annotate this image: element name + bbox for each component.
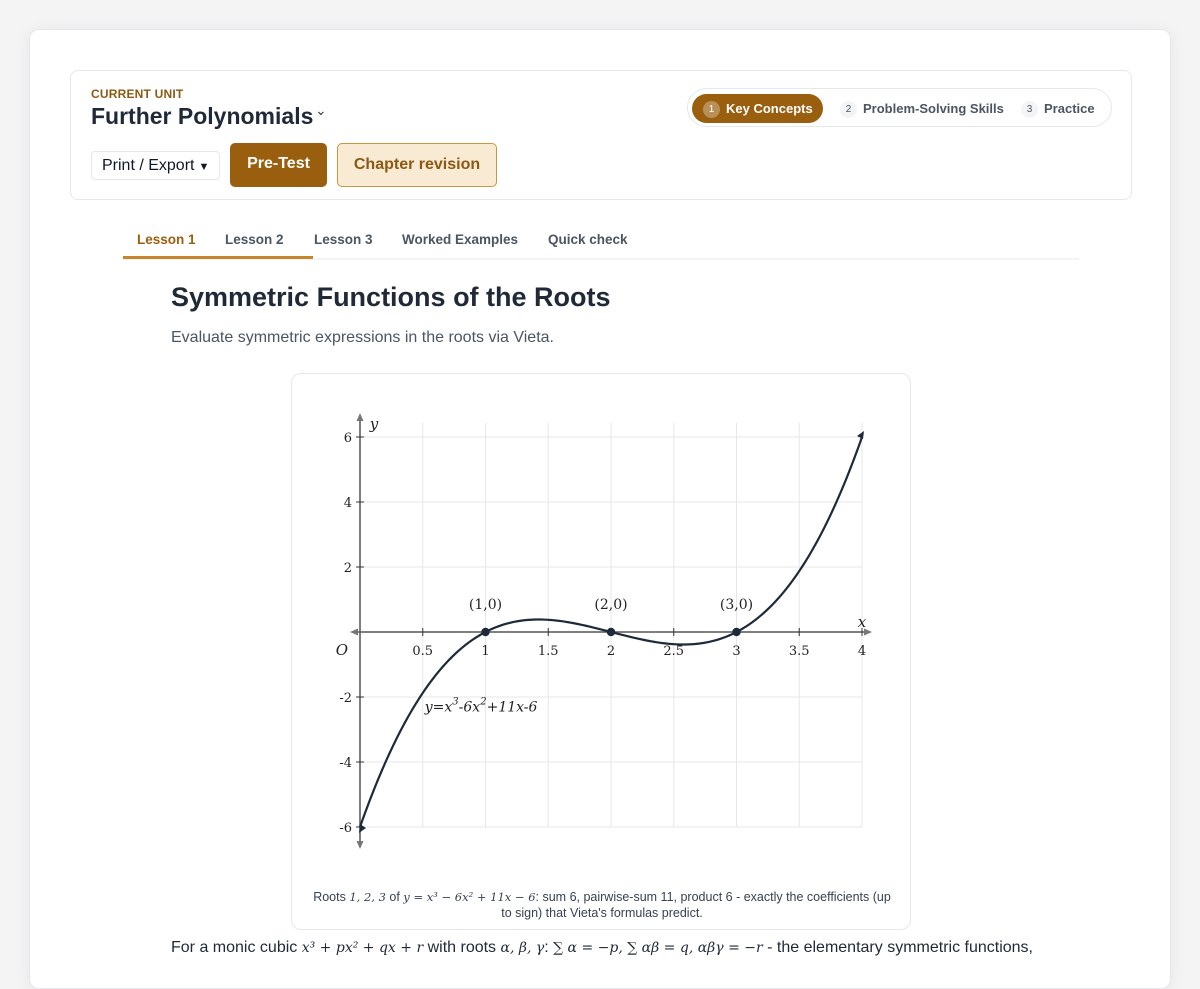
equation-label: y=x3-6x2+11x-6	[424, 697, 538, 716]
x-tick-label: 0.5	[412, 644, 433, 659]
unit-header-card: CURRENT UNIT Further Polynomials ⌄ Print…	[70, 70, 1132, 200]
progress-stepper: 1 Key Concepts 2 Problem-Solving Skills 3P…	[687, 88, 1112, 127]
step-number: 1	[703, 101, 720, 118]
body-paragraph: For a monic cubic x³ + px² + qx + r with…	[171, 939, 1051, 957]
x-tick-label: 2	[607, 644, 615, 659]
x-axis-label: x	[858, 613, 867, 631]
x-tick-label: 3.5	[789, 644, 810, 659]
caption-equation: y = x³ − 6x² + 11x − 6	[403, 890, 536, 904]
tab-lesson-2[interactable]: Lesson 2	[225, 232, 284, 247]
print-export-label: Print / Export	[102, 157, 195, 174]
y-tick-label: 4	[344, 496, 352, 511]
body-relations: ∑ α = −p, ∑ αβ = q, αβγ = −r	[553, 940, 763, 956]
root-point	[481, 627, 490, 637]
lesson-title: Symmetric Functions of the Roots	[171, 282, 611, 312]
x-tick-label: 2.5	[663, 644, 684, 659]
x-tick-label: 1.5	[538, 644, 559, 659]
unit-title[interactable]: Further Polynomials	[91, 103, 313, 130]
tab-lesson-3[interactable]: Lesson 3	[314, 232, 373, 247]
x-tick-label: 1	[481, 644, 489, 659]
caption-rest: : sum 6, pairwise-sum 11, product 6 - ex…	[501, 890, 891, 920]
caret-down-icon: ▼	[198, 161, 210, 173]
tab-lesson-1[interactable]: Lesson 1	[137, 232, 196, 247]
body-colon: :	[544, 939, 554, 956]
current-unit-label: CURRENT UNIT	[91, 87, 184, 101]
caption-of: of	[385, 890, 404, 904]
lesson-tabs: Lesson 1 Lesson 2 Lesson 3 Worked Exampl…	[123, 224, 1079, 260]
tab-quick-check[interactable]: Quick check	[548, 232, 628, 247]
root-point	[732, 627, 741, 637]
chapter-revision-button[interactable]: Chapter revision	[337, 143, 497, 187]
graph-figure: 0.5 1 1.5 2 2.5 3 3.5 4 -6 -4 -2 2 4 6 x y Oy=x3-6x2+11x…	[291, 373, 911, 930]
pre-test-button[interactable]: Pre-Test	[230, 143, 327, 187]
y-tick-label: 2	[344, 561, 352, 576]
y-axis-arrow	[356, 841, 364, 849]
step-number: 3	[1021, 101, 1038, 118]
body-polynomial: x³ + px² + qx + r	[301, 940, 424, 956]
x-tick-label: 3	[732, 644, 740, 659]
step-label: Practice	[1044, 101, 1095, 116]
root-point-label: (3,0)	[720, 597, 753, 613]
lesson-subtitle: Evaluate symmetric expressions in the ro…	[171, 329, 554, 346]
active-tab-indicator	[123, 256, 313, 259]
body-with-roots: with roots	[423, 939, 501, 956]
y-tick-label: -4	[339, 756, 352, 771]
step-label: Key Concepts	[726, 101, 813, 116]
body-roots: α, β, γ	[500, 940, 545, 956]
step-problem-solving-skills[interactable]: 2 Problem-Solving Skills	[834, 94, 1004, 123]
tab-worked-examples[interactable]: Worked Examples	[402, 232, 518, 247]
curve-start-arrow	[359, 824, 366, 833]
step-label: Problem-Solving Skills	[863, 101, 1004, 116]
cubic-graph: 0.5 1 1.5 2 2.5 3 3.5 4 -6 -4 -2 2 4 6 x y Oy=x3-6x2+11x…	[336, 413, 872, 849]
y-axis-arrow	[356, 413, 364, 421]
body-intro: For a monic cubic	[171, 939, 302, 956]
x-tick-label: 4	[858, 644, 866, 659]
y-tick-label: -6	[339, 821, 352, 836]
root-point-label: (1,0)	[469, 597, 502, 613]
y-axis-label: y	[369, 415, 379, 433]
y-tick-label: 6	[344, 431, 352, 446]
origin-label: O	[336, 641, 348, 659]
caption-roots: 1, 2, 3	[349, 890, 386, 904]
curve-end-arrow	[857, 431, 864, 439]
print-export-button[interactable]: Print / Export ▼	[91, 151, 220, 180]
y-tick-label: -2	[339, 691, 352, 706]
caption-prefix: Roots	[313, 890, 350, 904]
x-axis-arrow	[350, 628, 358, 636]
step-key-concepts[interactable]: 1 Key Concepts	[692, 94, 823, 123]
chevron-down-icon[interactable]: ⌄	[315, 102, 327, 119]
root-point-label: (2,0)	[594, 597, 627, 613]
body-tail: - the elementary symmetric functions,	[762, 939, 1033, 956]
main-page: CURRENT UNIT Further Polynomials ⌄ Print…	[29, 29, 1171, 989]
step-number: 2	[840, 101, 857, 118]
step-practice[interactable]: 3 Practice	[1021, 94, 1095, 123]
figure-caption: Roots 1, 2, 3 of y = x³ − 6x² + 11x − 6:…	[312, 889, 892, 921]
root-point	[606, 627, 616, 637]
